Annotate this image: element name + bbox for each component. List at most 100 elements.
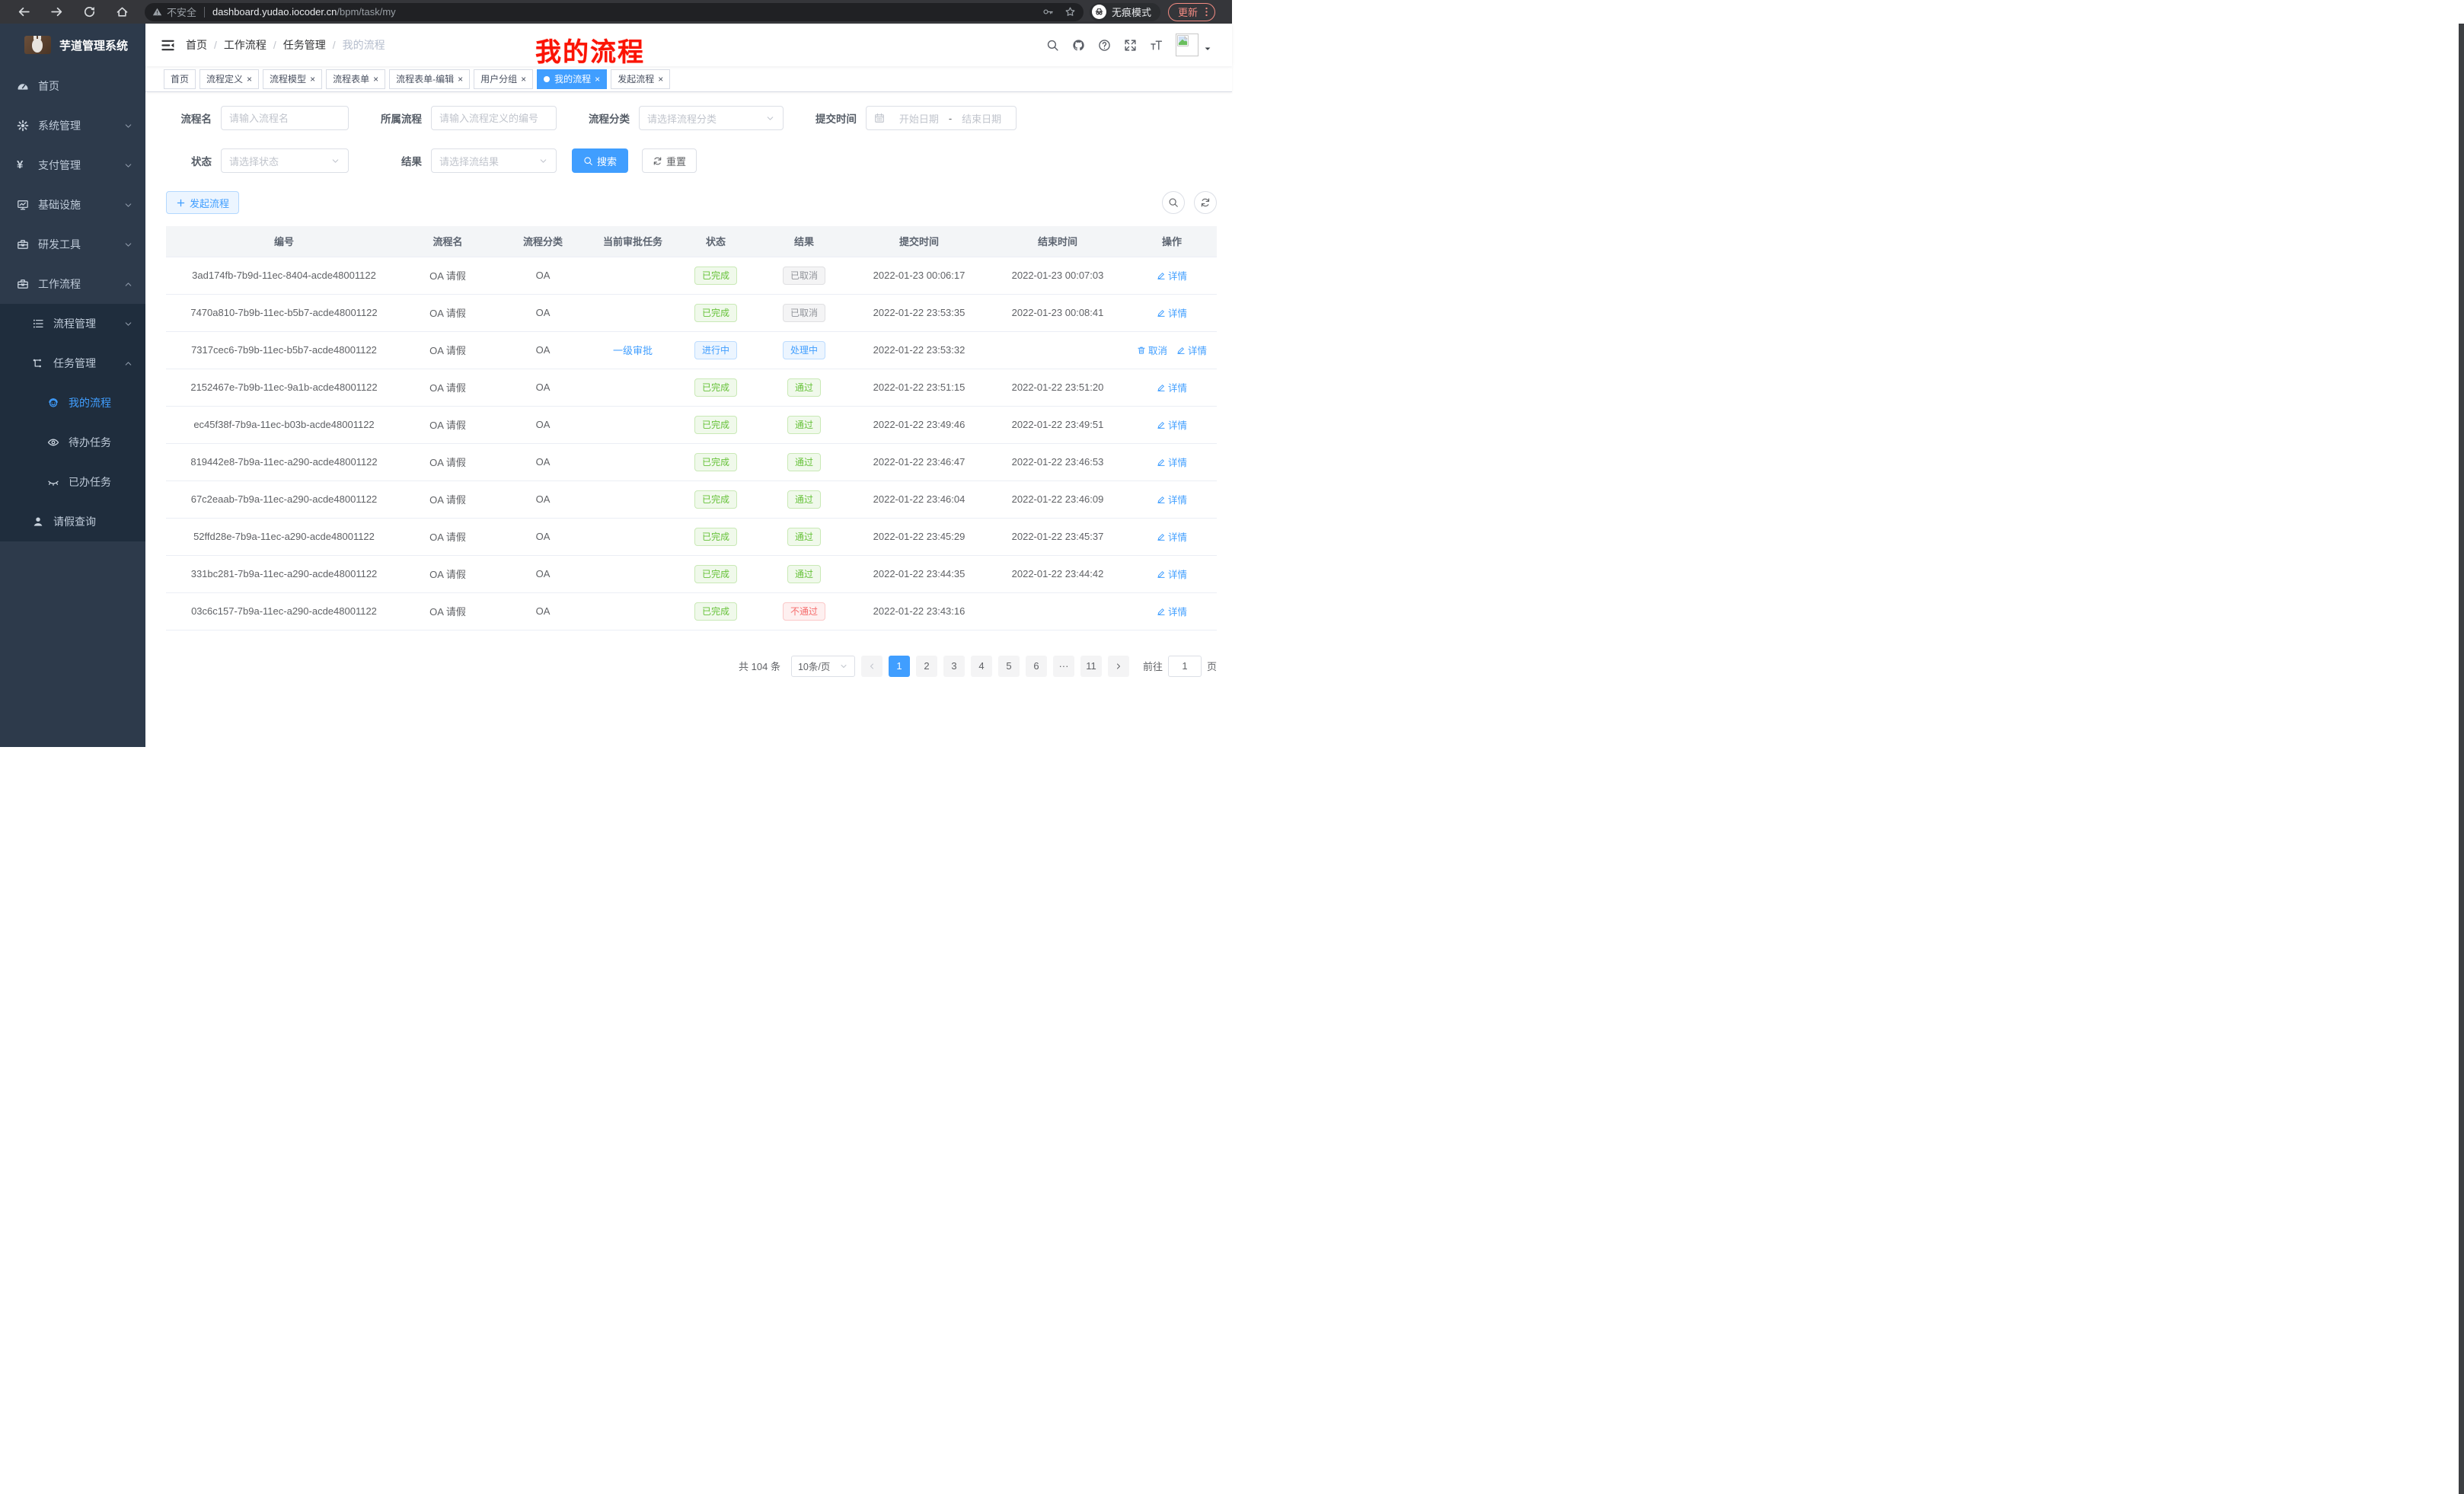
tab-1[interactable]: 流程定义× [199,69,259,89]
goto-page-input[interactable] [1168,656,1202,677]
prev-page-button[interactable] [861,656,883,677]
search-button[interactable]: 搜索 [572,148,628,173]
tab-0[interactable]: 首页 [164,69,196,89]
password-key-icon[interactable] [1042,6,1054,18]
user-avatar-menu[interactable] [1176,34,1212,56]
security-indicator[interactable]: 不安全 [152,5,196,19]
browser-home-icon[interactable] [116,5,129,18]
detail-button[interactable]: 详情 [1157,455,1187,469]
cell-result: 通过 [758,518,850,555]
browser-update-button[interactable]: 更新 [1168,3,1215,21]
cell-status: 已完成 [673,480,758,518]
tab-7[interactable]: 发起流程× [611,69,670,89]
sidebar-item-label: 工作流程 [38,276,81,292]
create-process-button[interactable]: 发起流程 [166,191,239,214]
start-date-placeholder[interactable]: 开始日期 [892,111,946,126]
sidebar-item-0[interactable]: 首页 [0,66,145,106]
avatar[interactable] [1176,34,1198,56]
breadcrumb-item[interactable]: 任务管理 [283,37,326,53]
page-button-5[interactable]: 5 [998,656,1020,677]
page-button-2[interactable]: 2 [916,656,937,677]
status-select[interactable]: 请选择状态 [221,148,349,173]
current-task-link[interactable]: 一级审批 [613,343,653,357]
tab-2[interactable]: 流程模型× [263,69,322,89]
reset-button[interactable]: 重置 [642,148,697,173]
tab-6[interactable]: 我的流程× [537,69,607,89]
detail-button[interactable]: 详情 [1157,305,1187,320]
cell-process-name: OA 请假 [402,331,493,369]
page-button-1[interactable]: 1 [889,656,910,677]
detail-button[interactable]: 详情 [1157,492,1187,506]
sidebar-item-11[interactable]: 请假查询 [0,502,145,541]
sidebar-item-5[interactable]: 工作流程 [0,264,145,304]
tab-4[interactable]: 流程表单-编辑× [389,69,470,89]
help-icon[interactable] [1098,39,1111,52]
close-icon[interactable]: × [521,75,526,84]
close-icon[interactable]: × [458,75,463,84]
browser-reload-icon[interactable] [83,5,96,18]
process-name-input[interactable] [229,113,340,124]
cell-id: 52ffd28e-7b9a-11ec-a290-acde48001122 [166,518,402,555]
search-icon[interactable] [1046,39,1059,52]
close-icon[interactable]: × [658,75,663,84]
breadcrumb-item[interactable]: 首页 [186,37,207,53]
page-button-···[interactable]: ··· [1053,656,1074,677]
end-date-placeholder[interactable]: 结束日期 [955,111,1008,126]
app-logo-row[interactable]: 芋道管理系统 [0,24,145,66]
page-button-6[interactable]: 6 [1026,656,1047,677]
breadcrumb-item[interactable]: 我的流程 [343,37,385,53]
breadcrumb-item[interactable]: 工作流程 [224,37,267,53]
sidebar-item-6[interactable]: 流程管理 [0,304,145,343]
category-select[interactable]: 请选择流程分类 [639,106,784,130]
browser-menu-icon[interactable] [1201,6,1212,18]
tab-5[interactable]: 用户分组× [474,69,533,89]
refresh-table-button[interactable] [1194,191,1217,214]
tabs-bar: 首页流程定义×流程模型×流程表单×流程表单-编辑×用户分组×我的流程×发起流程× [145,66,1232,92]
sidebar-item-4[interactable]: 研发工具 [0,225,145,264]
github-icon[interactable] [1072,39,1085,52]
page-button-4[interactable]: 4 [971,656,992,677]
address-bar[interactable]: 不安全 dashboard.yudao.iocoder.cn/bpm/task/… [145,3,1084,21]
sidebar-item-1[interactable]: 系统管理 [0,106,145,145]
sidebar-item-label: 请假查询 [53,514,96,529]
cell-submit-time: 2022-01-22 23:46:47 [850,443,988,480]
browser-scrollbar[interactable] [2459,24,2464,1494]
detail-button[interactable]: 详情 [1157,567,1187,581]
fullscreen-icon[interactable] [1124,39,1137,52]
close-icon[interactable]: × [595,75,600,84]
process-definition-input[interactable] [439,113,548,124]
detail-button[interactable]: 详情 [1157,529,1187,544]
cell-result: 不通过 [758,592,850,630]
tab-3[interactable]: 流程表单× [326,69,385,89]
sidebar-item-7[interactable]: 任务管理 [0,343,145,383]
table-header-row: 编号流程名流程分类当前审批任务状态结果提交时间结束时间操作 [166,226,1217,257]
close-icon[interactable]: × [310,75,315,84]
hamburger-icon[interactable] [161,38,175,53]
caret-down-icon[interactable] [1203,44,1212,53]
sidebar-item-9[interactable]: 待办任务 [0,423,145,462]
sidebar-item-10[interactable]: 已办任务 [0,462,145,502]
sidebar-item-2[interactable]: ¥支付管理 [0,145,145,185]
page-button-11[interactable]: 11 [1080,656,1102,677]
toggle-search-button[interactable] [1162,191,1185,214]
font-size-icon[interactable] [1150,39,1163,52]
detail-button[interactable]: 详情 [1176,343,1207,357]
bookmark-star-icon[interactable] [1064,6,1076,18]
browser-back-icon[interactable] [18,5,30,18]
cell-id: ec45f38f-7b9a-11ec-b03b-acde48001122 [166,406,402,443]
result-select[interactable]: 请选择流结果 [431,148,557,173]
submit-time-range-picker[interactable]: 开始日期 - 结束日期 [866,106,1017,130]
close-icon[interactable]: × [373,75,378,84]
detail-button[interactable]: 详情 [1157,417,1187,432]
browser-forward-icon[interactable] [50,5,63,18]
sidebar-item-3[interactable]: 基础设施 [0,185,145,225]
detail-button[interactable]: 详情 [1157,380,1187,394]
page-size-select[interactable]: 10条/页 [791,656,855,677]
close-icon[interactable]: × [247,75,252,84]
cancel-button[interactable]: 取消 [1137,343,1167,357]
detail-button[interactable]: 详情 [1157,268,1187,283]
detail-button[interactable]: 详情 [1157,604,1187,618]
next-page-button[interactable] [1108,656,1129,677]
page-button-3[interactable]: 3 [943,656,965,677]
sidebar-item-8[interactable]: 我的流程 [0,383,145,423]
